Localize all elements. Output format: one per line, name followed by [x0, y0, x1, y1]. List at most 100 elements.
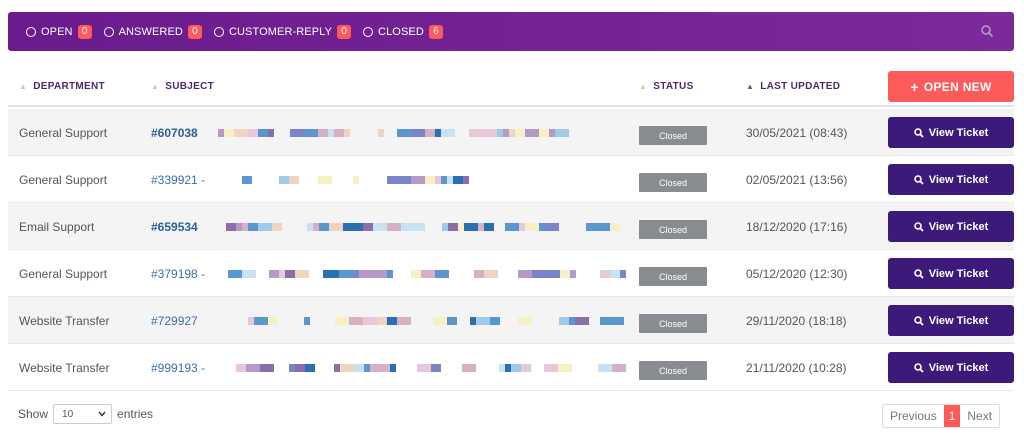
redacted-text-block [349, 317, 363, 325]
redacted-text-block [340, 364, 354, 372]
redacted-text-block [304, 317, 310, 325]
column-header-department[interactable]: ▲︎ DEPARTMENT [19, 66, 105, 107]
search-icon[interactable] [980, 24, 994, 38]
previous-page-button[interactable]: Previous [883, 405, 944, 427]
next-page-button[interactable]: Next [960, 405, 999, 427]
view-ticket-button[interactable]: View Ticket [888, 211, 1014, 242]
redacted-text-block [323, 270, 333, 278]
page-1-button[interactable]: 1 [943, 405, 961, 427]
entries-select[interactable]: 10 [53, 404, 113, 424]
redacted-text-block [334, 129, 344, 137]
redacted-text-block [490, 317, 500, 325]
view-ticket-button[interactable]: View Ticket [888, 164, 1014, 195]
ticket-subject-link[interactable]: #999193 - [151, 344, 205, 391]
table-row[interactable]: Website Transfer #999193 - Closed 21/11/… [8, 344, 1014, 391]
redacted-text-block [363, 223, 373, 231]
redacted-subject [208, 344, 628, 391]
sort-icon: ▲︎ [151, 82, 160, 91]
redacted-subject [208, 156, 628, 203]
redacted-text-block [377, 317, 387, 325]
redacted-text-block [390, 364, 396, 372]
button-label: View Ticket [928, 267, 989, 280]
button-label: OPEN NEW [923, 79, 992, 94]
ticket-subject-link[interactable]: #607038 [151, 109, 198, 156]
redacted-text-block [359, 270, 373, 278]
redacted-subject [208, 109, 628, 156]
redacted-text-block [484, 223, 494, 231]
redacted-text-block [411, 129, 425, 137]
table-row[interactable]: General Support #379198 - Closed 05/12/2… [8, 250, 1014, 297]
redacted-text-block [373, 270, 387, 278]
redacted-text-block [598, 364, 612, 372]
redacted-text-block [236, 364, 246, 372]
count-badge: 0 [77, 24, 92, 39]
view-ticket-button[interactable]: View Ticket [888, 352, 1014, 383]
redacted-text-block [248, 223, 258, 231]
redacted-text-block [354, 364, 364, 372]
view-ticket-button[interactable]: View Ticket [888, 117, 1014, 148]
redacted-text-block [226, 223, 236, 231]
redacted-text-block [610, 223, 620, 231]
count-badge: 0 [337, 24, 352, 39]
column-header-status[interactable]: ▲︎ STATUS [639, 66, 694, 107]
redacted-text-block [532, 270, 546, 278]
redacted-text-block [464, 223, 478, 231]
redacted-text-block [447, 317, 457, 325]
redacted-text-block [353, 176, 359, 184]
ticket-subject-link[interactable]: #339921 - [151, 156, 205, 203]
count-badge: 0 [187, 24, 202, 39]
open-new-ticket-button[interactable]: + OPEN NEW [888, 71, 1014, 102]
ticket-subject-link[interactable]: #729927 [151, 297, 198, 344]
last-updated-cell: 02/05/2021 (13:56) [746, 172, 848, 187]
ticket-subject-link[interactable]: #379198 - [151, 250, 205, 297]
redacted-text-block [570, 270, 576, 278]
redacted-text-block [476, 317, 490, 325]
redacted-text-block [258, 129, 268, 137]
table-header: ▲︎ DEPARTMENT ▲︎ SUBJECT ▲︎ STATUS ▲︎ LA… [8, 66, 1014, 107]
table-row[interactable]: Website Transfer #729927 Closed 29/11/20… [8, 297, 1014, 344]
radio-icon [26, 26, 36, 37]
redacted-text-block [329, 223, 343, 231]
filter-open[interactable]: OPEN 0 [26, 24, 92, 39]
redacted-text-block [304, 129, 318, 137]
redacted-text-block [242, 176, 252, 184]
filter-customer-reply[interactable]: CUSTOMER-REPLY 0 [213, 24, 352, 39]
table-row[interactable]: General Support #607038 Closed 30/05/202… [8, 109, 1014, 156]
ticket-subject-link[interactable]: #659534 [151, 203, 198, 250]
filter-answered[interactable]: ANSWERED 0 [103, 24, 202, 39]
search-icon [913, 362, 924, 373]
filter-closed[interactable]: CLOSED 6 [363, 24, 443, 39]
redacted-text-block [387, 223, 401, 231]
plus-icon: + [910, 78, 919, 95]
view-ticket-button[interactable]: View Ticket [888, 258, 1014, 289]
redacted-text-block [339, 270, 353, 278]
department-cell: Website Transfer [19, 360, 110, 375]
redacted-text-block [441, 129, 455, 137]
redacted-text-block [425, 129, 435, 137]
redacted-text-block [397, 129, 411, 137]
redacted-text-block [484, 270, 498, 278]
radio-icon [213, 26, 224, 37]
redacted-text-block [295, 364, 305, 372]
redacted-text-block [269, 270, 279, 278]
redacted-text-block [401, 223, 415, 231]
chevron-down-icon [98, 411, 106, 417]
filter-label: CUSTOMER-REPLY [228, 25, 333, 38]
column-header-last-updated[interactable]: ▲︎ LAST UPDATED [746, 66, 840, 107]
button-label: View Ticket [928, 126, 989, 139]
redacted-text-block [474, 270, 484, 278]
table-row[interactable]: Email Support #659534 Closed 18/12/2020 … [8, 203, 1014, 250]
button-label: View Ticket [928, 173, 989, 186]
status-badge: Closed [639, 314, 707, 333]
redacted-text-block [421, 270, 435, 278]
column-header-subject[interactable]: ▲︎ SUBJECT [151, 66, 214, 107]
redacted-text-block [344, 129, 350, 137]
redacted-text-block [505, 223, 519, 231]
redacted-text-block [387, 270, 393, 278]
search-icon [913, 315, 924, 326]
header-label: LAST UPDATED [760, 81, 841, 92]
redacted-text-block [387, 317, 397, 325]
table-row[interactable]: General Support #339921 - Closed 02/05/2… [8, 156, 1014, 203]
view-ticket-button[interactable]: View Ticket [888, 305, 1014, 336]
radio-icon [363, 26, 374, 37]
